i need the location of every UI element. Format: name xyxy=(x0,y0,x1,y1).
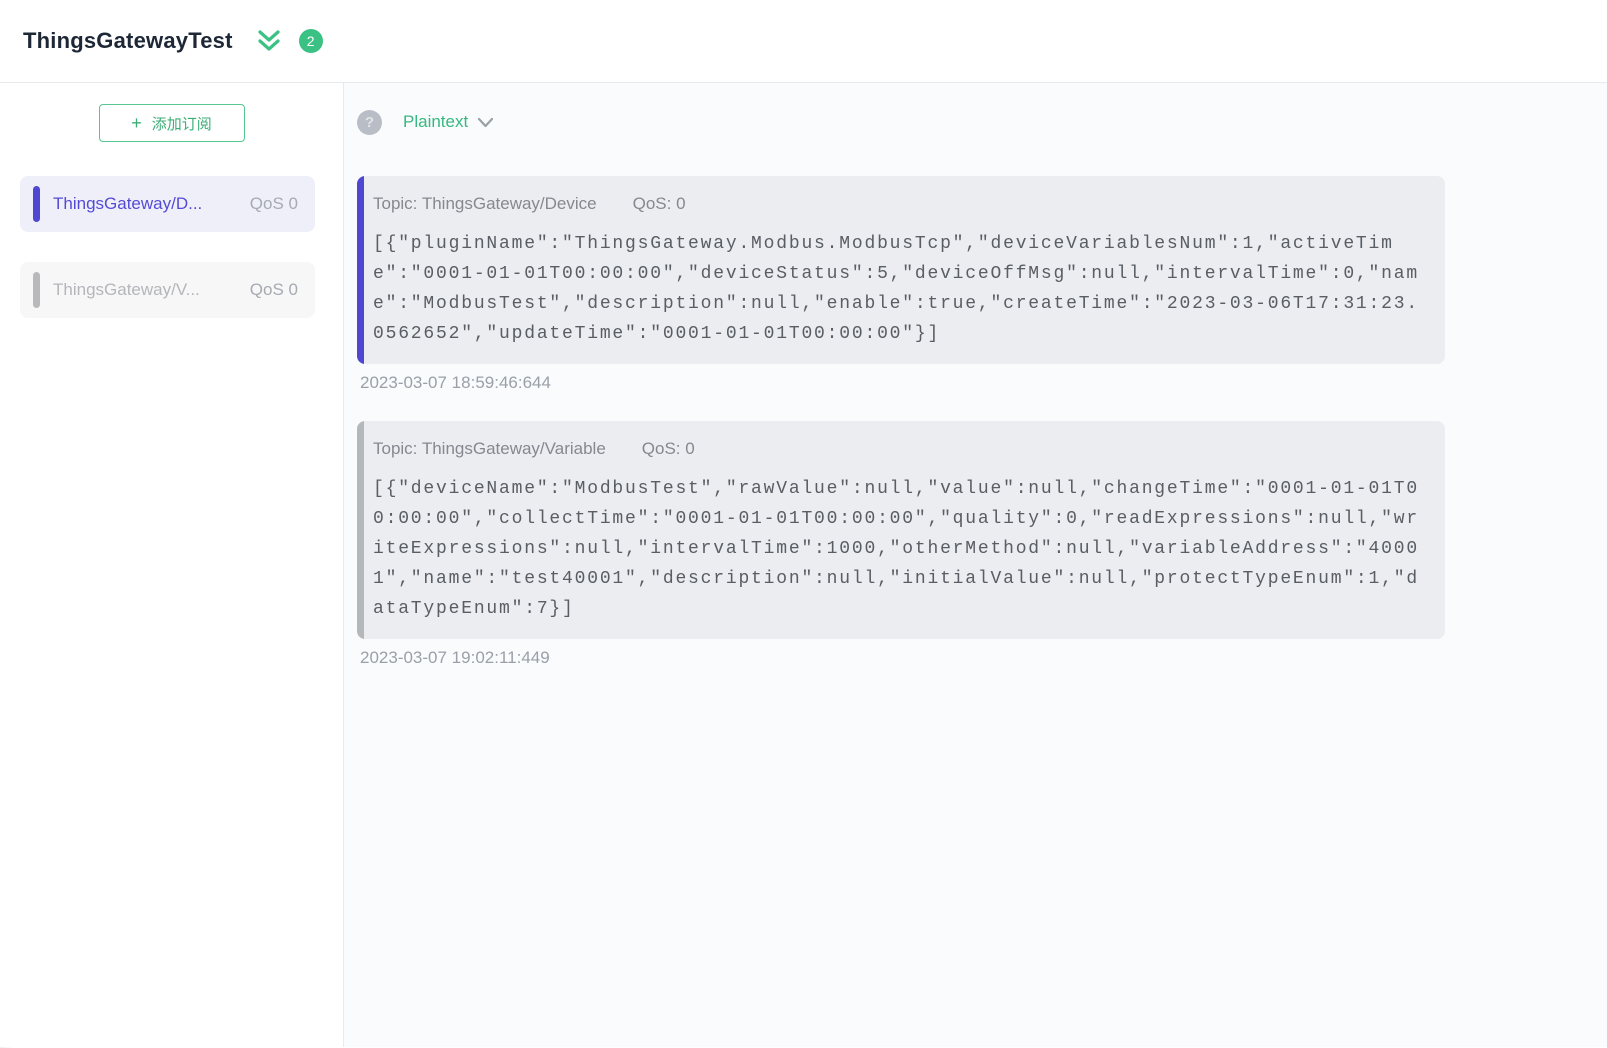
subscription-list: ThingsGateway/D... QoS 0 ThingsGateway/V… xyxy=(0,176,343,318)
subscription-topic: ThingsGateway/D... xyxy=(53,194,238,214)
message-payload: [{"deviceName":"ModbusTest","rawValue":n… xyxy=(373,474,1429,624)
message-topic: Topic: ThingsGateway/Variable xyxy=(373,436,606,462)
subscription-accent-bar xyxy=(33,186,40,222)
subscriptions-sidebar: + 添加订阅 ThingsGateway/D... QoS 0 ThingsGa… xyxy=(0,83,344,1047)
message-list: Topic: ThingsGateway/Device QoS: 0 [{"pl… xyxy=(357,176,1607,668)
message-card-variable: Topic: ThingsGateway/Variable QoS: 0 [{"… xyxy=(357,421,1445,639)
message-timestamp: 2023-03-07 18:59:46:644 xyxy=(360,373,1607,393)
connection-title: ThingsGatewayTest xyxy=(23,28,233,54)
message-header: Topic: ThingsGateway/Device QoS: 0 xyxy=(373,191,1429,217)
subscription-qos: QoS 0 xyxy=(250,280,298,300)
message-accent-bar xyxy=(357,421,364,639)
messages-panel: ? Plaintext Topic: ThingsGateway/Device … xyxy=(344,83,1607,1047)
page-header: ThingsGatewayTest 2 xyxy=(0,0,1607,83)
add-subscription-label: 添加订阅 xyxy=(152,113,212,134)
message-card-device: Topic: ThingsGateway/Device QoS: 0 [{"pl… xyxy=(357,176,1445,364)
subscription-item-variable[interactable]: ThingsGateway/V... QoS 0 xyxy=(20,262,315,318)
chevron-down-icon xyxy=(477,117,494,128)
subscription-accent-bar xyxy=(33,272,40,308)
unread-count-badge: 2 xyxy=(299,29,323,53)
plus-icon: + xyxy=(131,114,142,132)
message-accent-bar xyxy=(357,176,364,364)
payload-toolbar: ? Plaintext xyxy=(357,109,1607,135)
message-header: Topic: ThingsGateway/Variable QoS: 0 xyxy=(373,436,1429,462)
subscription-topic: ThingsGateway/V... xyxy=(53,280,238,300)
double-chevron-down-icon[interactable] xyxy=(255,28,283,55)
help-icon[interactable]: ? xyxy=(357,110,382,135)
payload-format-dropdown[interactable]: Plaintext xyxy=(403,112,494,132)
message-topic: Topic: ThingsGateway/Device xyxy=(373,191,597,217)
subscription-qos: QoS 0 xyxy=(250,194,298,214)
message-timestamp: 2023-03-07 19:02:11:449 xyxy=(360,648,1607,668)
add-subscription-button[interactable]: + 添加订阅 xyxy=(99,104,245,142)
subscription-item-device[interactable]: ThingsGateway/D... QoS 0 xyxy=(20,176,315,232)
message-payload: [{"pluginName":"ThingsGateway.Modbus.Mod… xyxy=(373,229,1429,349)
message-qos: QoS: 0 xyxy=(633,191,686,217)
content-area: + 添加订阅 ThingsGateway/D... QoS 0 ThingsGa… xyxy=(0,83,1607,1047)
message-qos: QoS: 0 xyxy=(642,436,695,462)
payload-format-label: Plaintext xyxy=(403,112,468,132)
